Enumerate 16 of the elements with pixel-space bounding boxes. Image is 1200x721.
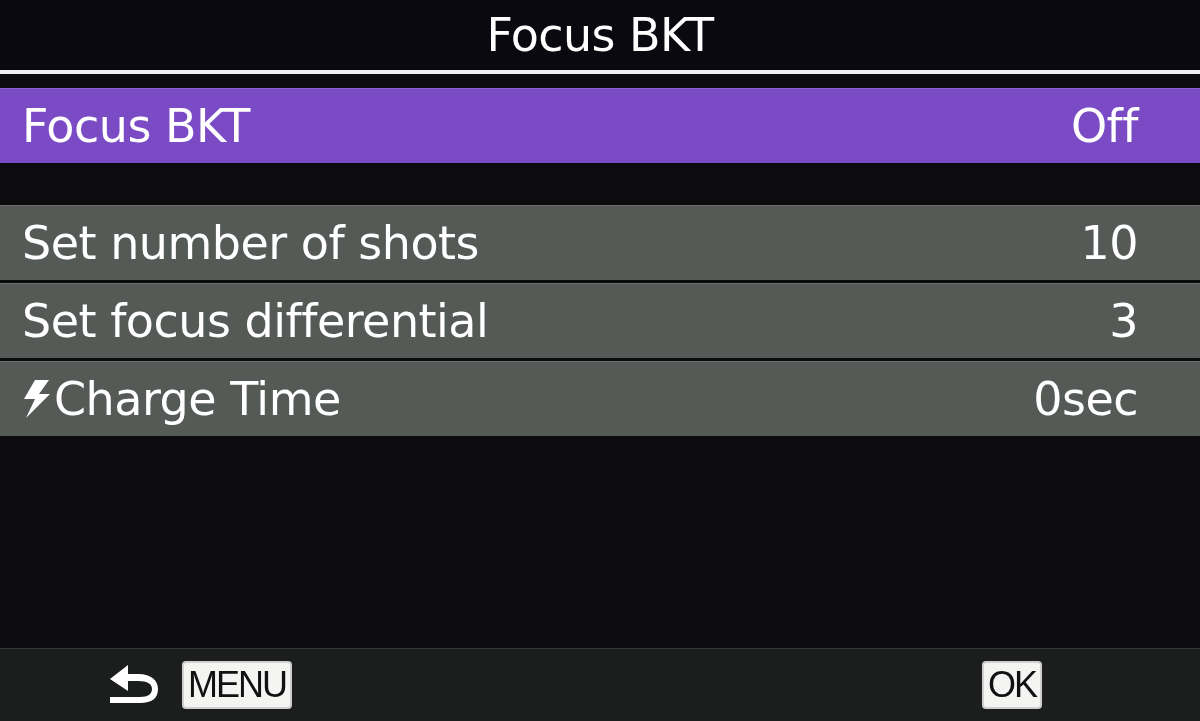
setting-value: 3	[1109, 295, 1138, 347]
ok-key[interactable]: OK	[982, 661, 1042, 709]
menu-title: Focus BKT	[486, 9, 714, 61]
setting-value: Off	[1070, 100, 1138, 152]
menu-item[interactable]: Set number of shots 10	[0, 205, 1200, 280]
setting-value: 0sec	[1033, 373, 1138, 425]
setting-label: Set focus differential	[22, 295, 489, 347]
menu-item[interactable]: Charge Time 0sec	[0, 361, 1200, 436]
menu-key[interactable]: MENU	[182, 661, 292, 709]
setting-label: Focus BKT	[22, 100, 250, 152]
setting-value: 10	[1080, 217, 1138, 269]
menu-item[interactable]: Focus BKT Off	[0, 88, 1200, 163]
lightning-bolt-icon	[22, 380, 52, 418]
setting-label: Set number of shots	[22, 217, 480, 269]
menu-item[interactable]: Set focus differential 3	[0, 283, 1200, 358]
setting-label: Charge Time	[54, 373, 341, 425]
